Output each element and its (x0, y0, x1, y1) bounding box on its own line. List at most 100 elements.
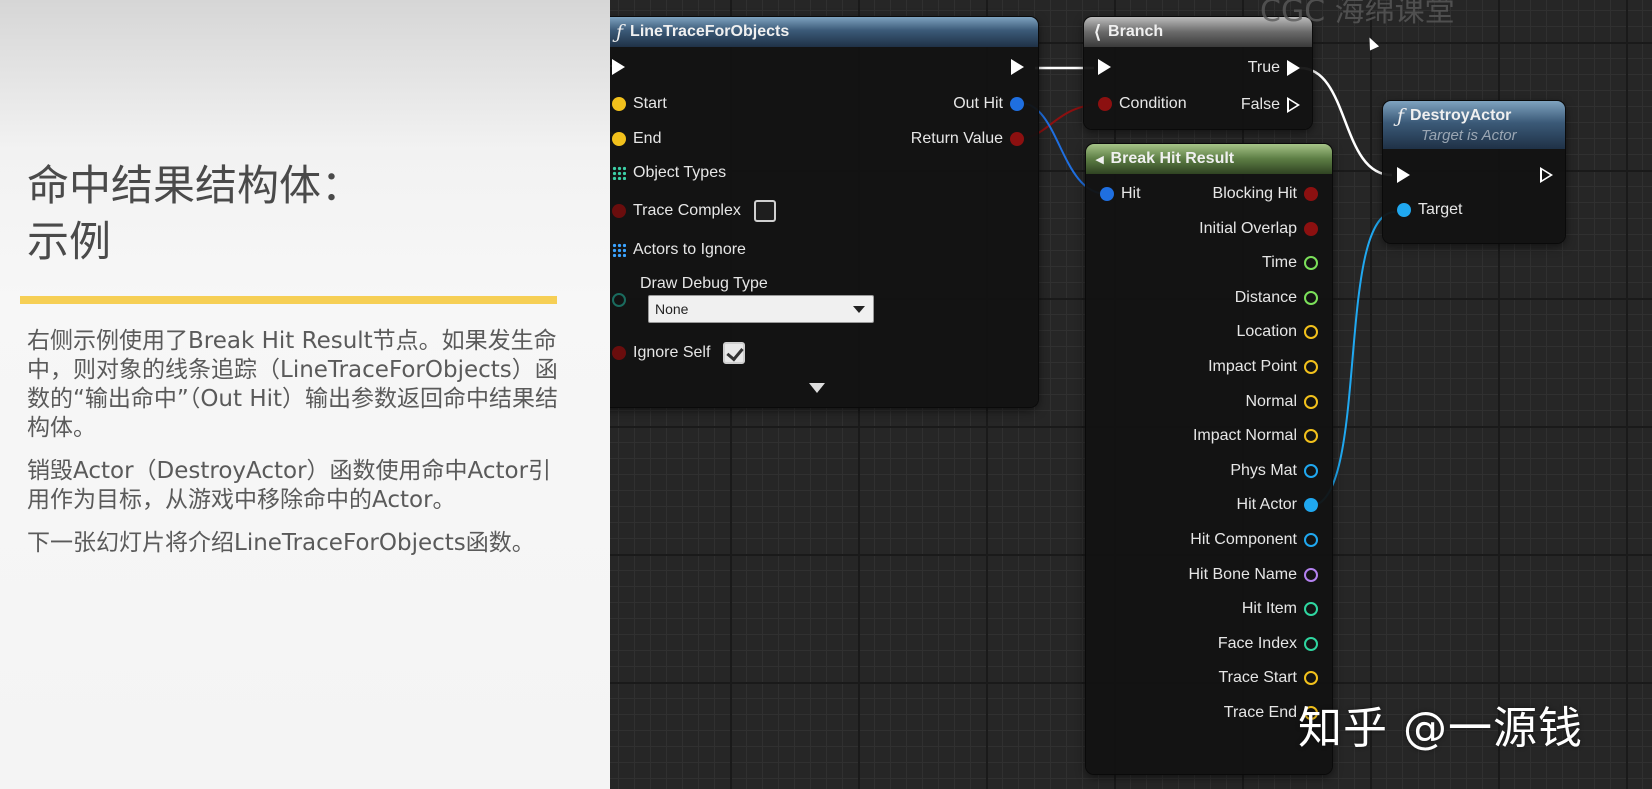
break-hit-output-pin[interactable]: Hit Item (1242, 600, 1318, 618)
destroy-actor-node[interactable]: ƒ DestroyActor Target is Actor Target (1383, 101, 1565, 243)
break-hit-output-pin[interactable]: Location (1237, 323, 1318, 341)
break-hit-output-label: Hit Item (1241, 600, 1297, 618)
exec-pin-icon (1287, 60, 1300, 76)
break-hit-output-label: Blocking Hit (1212, 185, 1297, 202)
slide-title-line2: 示例 (27, 217, 112, 266)
break-hit-output-pin[interactable]: Phys Mat (1230, 462, 1318, 480)
ignore-self-checkbox[interactable] (723, 342, 746, 364)
end-pin-label: End (633, 130, 662, 147)
hit-input-label: Hit (1121, 185, 1141, 202)
false-label: False (1240, 96, 1280, 113)
function-icon: ƒ (1397, 105, 1405, 127)
break-hit-output-pin[interactable]: Blocking Hit (1213, 185, 1318, 203)
break-struct-icon: ◂ (1096, 151, 1104, 168)
draw-debug-type-dropdown[interactable]: None (648, 295, 874, 323)
destroy-exec-out[interactable] (1540, 167, 1553, 183)
actors-to-ignore-label: Actors to Ignore (633, 241, 746, 258)
exec-pin-icon (1397, 167, 1410, 183)
pin-icon (1304, 567, 1318, 582)
branch-exec-in[interactable] (1098, 59, 1111, 75)
line-trace-title: LineTraceForObjects (630, 23, 790, 40)
expand-advanced-icon[interactable] (809, 383, 825, 393)
break-hit-output-label: Distance (1234, 288, 1297, 306)
hit-input-pin[interactable]: Hit (1100, 185, 1141, 203)
break-hit-output-pin[interactable]: Hit Bone Name (1189, 566, 1318, 584)
break-hit-output-label: Trace Start (1218, 669, 1297, 687)
function-icon: ƒ (616, 21, 624, 43)
return-value-pin[interactable]: Return Value (911, 130, 1024, 148)
pin-icon (1304, 429, 1318, 444)
slide-panel: 命中结果结构体： 示例 右侧示例使用了Break Hit Result节点。如果… (0, 0, 610, 789)
exec-in-pin[interactable] (612, 59, 625, 75)
pin-icon (1304, 498, 1318, 513)
break-hit-header[interactable]: ◂ Break Hit Result (1086, 144, 1332, 174)
draw-debug-type-value: None (655, 301, 689, 317)
trace-complex-pin[interactable]: Trace Complex (612, 200, 776, 222)
exec-pin-hollow-icon (1540, 167, 1553, 183)
break-hit-output-label: Hit Actor (1236, 496, 1297, 514)
pin-icon (1304, 636, 1318, 651)
break-hit-output-label: Time (1262, 254, 1297, 272)
break-hit-output-pin[interactable]: Distance (1235, 289, 1318, 307)
destroy-actor-header[interactable]: ƒ DestroyActor Target is Actor (1383, 101, 1565, 149)
blueprint-graph-canvas[interactable]: ƒ LineTraceForObjects Start End Object T… (610, 0, 1652, 789)
bool-pin-icon (612, 346, 626, 360)
break-hit-output-pin[interactable]: Initial Overlap (1199, 220, 1318, 238)
object-types-pin[interactable]: Object Types (612, 164, 726, 182)
false-pin[interactable]: False (1241, 96, 1300, 114)
struct-pin-icon (1010, 97, 1024, 111)
start-pin-label: Start (633, 95, 667, 112)
destroy-actor-subtitle: Target is Actor (1421, 127, 1517, 144)
line-trace-header[interactable]: ƒ LineTraceForObjects (610, 17, 1038, 47)
break-hit-result-node[interactable]: ◂ Break Hit Result Hit Blocking Hit Initi… (1086, 144, 1332, 774)
out-hit-pin[interactable]: Out Hit (953, 95, 1024, 113)
break-hit-title: Break Hit Result (1110, 150, 1235, 167)
break-hit-output-label: Face Index (1217, 634, 1297, 652)
trace-complex-label: Trace Complex (633, 202, 741, 219)
return-value-label: Return Value (910, 130, 1003, 147)
target-pin[interactable]: Target (1397, 201, 1462, 219)
exec-pin-hollow-icon (1287, 97, 1300, 113)
exec-out-pin[interactable] (1011, 59, 1024, 75)
array-pin-icon (612, 166, 626, 180)
condition-pin[interactable]: Condition (1098, 95, 1187, 113)
break-hit-output-pin[interactable]: Normal (1245, 393, 1318, 411)
break-hit-output-pin[interactable]: Hit Actor (1237, 496, 1318, 514)
actors-to-ignore-pin[interactable]: Actors to Ignore (612, 241, 746, 259)
break-hit-output-label: Trace End (1223, 704, 1297, 721)
end-pin[interactable]: End (612, 130, 661, 148)
slide-paragraph: 右侧示例使用了Break Hit Result节点。如果发生命中，则对象的线条追… (27, 328, 559, 441)
branch-node[interactable]: ⟨ Branch Condition True False (1084, 17, 1312, 129)
break-hit-output-pin[interactable]: Impact Point (1208, 358, 1318, 376)
pin-icon (1304, 325, 1318, 340)
ignore-self-pin[interactable]: Ignore Self (612, 342, 746, 364)
condition-label: Condition (1119, 95, 1187, 112)
destroy-actor-title: DestroyActor (1410, 107, 1512, 124)
break-hit-output-pin[interactable]: Hit Component (1190, 531, 1318, 549)
chevron-down-icon (853, 305, 865, 313)
start-pin[interactable]: Start (612, 95, 667, 113)
object-pin-icon (1397, 203, 1411, 217)
break-hit-output-pin[interactable]: Trace Start (1218, 669, 1318, 687)
exec-pin-icon (1011, 59, 1024, 75)
out-hit-label: Out Hit (953, 95, 1003, 112)
draw-debug-type-pin[interactable] (612, 293, 626, 307)
object-types-label: Object Types (633, 164, 727, 181)
exec-pin-icon (1098, 59, 1111, 75)
true-pin[interactable]: True (1248, 59, 1300, 77)
pin-icon (1304, 533, 1318, 547)
zhihu-watermark: 知乎 @一源钱 (1298, 703, 1583, 754)
break-hit-output-pin[interactable]: Impact Normal (1193, 427, 1318, 445)
destroy-exec-in[interactable] (1397, 167, 1410, 183)
pin-icon (1304, 602, 1318, 617)
break-hit-output-label: Normal (1245, 392, 1297, 410)
title-accent-bar (20, 296, 557, 304)
true-label: True (1247, 59, 1280, 76)
break-hit-output-pin[interactable]: Face Index (1218, 635, 1318, 653)
break-hit-output-pin[interactable]: Time (1262, 254, 1318, 272)
pin-icon (1304, 360, 1318, 374)
branch-icon: ⟨ (1094, 21, 1102, 42)
line-trace-node[interactable]: ƒ LineTraceForObjects Start End Object T… (610, 17, 1038, 407)
bool-pin-icon (1098, 97, 1112, 111)
trace-complex-checkbox[interactable] (753, 200, 776, 222)
